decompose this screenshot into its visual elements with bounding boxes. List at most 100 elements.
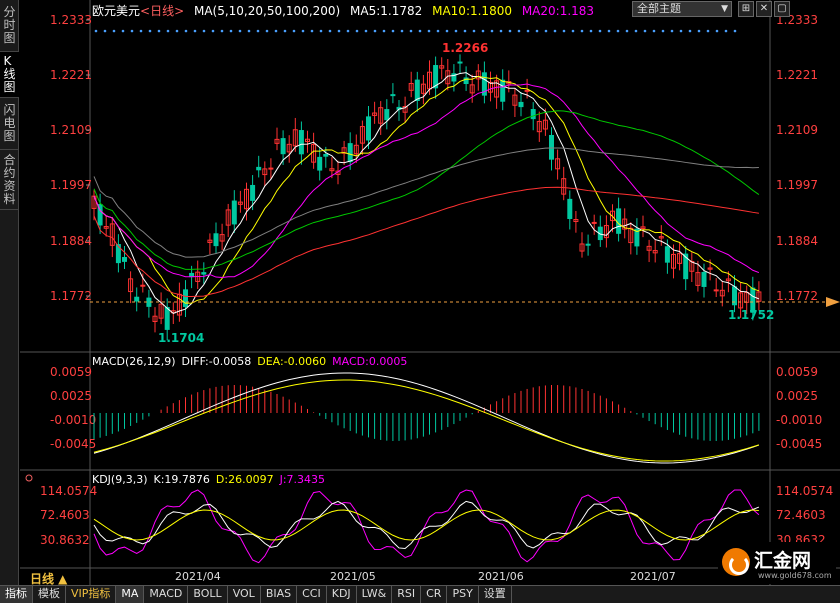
- kdj-tick-left: 30.8632: [40, 533, 90, 547]
- macd-tick-right: -0.0045: [776, 437, 822, 451]
- indicator-tab-7[interactable]: BIAS: [261, 586, 298, 603]
- indicator-tab-11[interactable]: RSI: [392, 586, 422, 603]
- symbol-title: 欧元美元: [92, 4, 141, 18]
- indicator-tab-6[interactable]: VOL: [228, 586, 261, 603]
- candle-body: [231, 200, 237, 225]
- event-dot: [355, 29, 359, 33]
- indicator-tab-9[interactable]: KDJ: [327, 586, 357, 603]
- kdj-settings-icon: [25, 474, 33, 482]
- ma5-value: MA5:1.1782: [350, 4, 423, 18]
- maximize-button[interactable]: ▢: [774, 1, 790, 17]
- tab-flash[interactable]: 闪电图: [0, 98, 19, 150]
- event-dot: [661, 29, 665, 33]
- event-dot: [571, 29, 575, 33]
- kdj-d-line: [93, 509, 759, 541]
- candle-body: [701, 271, 707, 287]
- event-dot: [346, 29, 350, 33]
- candle-body: [585, 243, 591, 246]
- tile-button[interactable]: ⊞: [738, 1, 754, 17]
- event-dot: [211, 29, 215, 33]
- price-tick-left: 1.1772: [50, 289, 92, 303]
- sidebar: 分时图 K线图 闪电图 合约资料: [0, 0, 19, 585]
- event-dot: [409, 29, 413, 33]
- tab-kline[interactable]: K线图: [0, 52, 19, 98]
- event-dot: [148, 29, 152, 33]
- event-dot: [616, 29, 620, 33]
- main-legend: 欧元美元<日线> MA(5,10,20,50,100,200) MA5:1.17…: [92, 2, 600, 19]
- indicator-tab-5[interactable]: BOLL: [188, 586, 228, 603]
- tab-flash-label: 闪电图: [3, 103, 16, 143]
- ma10-value: MA10:1.1800: [432, 4, 512, 18]
- event-dot: [166, 29, 170, 33]
- indicator-tab-14[interactable]: 设置: [479, 586, 512, 603]
- tab-timeshare[interactable]: 分时图: [0, 0, 19, 52]
- indicator-tab-4[interactable]: MACD: [144, 586, 189, 603]
- event-dot: [625, 29, 629, 33]
- indicator-tab-2[interactable]: VIP指标: [66, 586, 117, 603]
- theme-dropdown[interactable]: 全部主题 ▼: [632, 1, 732, 17]
- indicator-tab-13[interactable]: PSY: [447, 586, 479, 603]
- event-dot: [472, 29, 476, 33]
- kline-chart[interactable]: 1.2333 1.23331.2221 1.22211.2109 1.21091.19…: [20, 0, 840, 585]
- price-tick-left: 1.2109: [50, 123, 92, 137]
- price-tick-left: 1.2221: [50, 68, 92, 82]
- indicator-tab-1[interactable]: 模板: [33, 586, 66, 603]
- event-dot: [643, 29, 647, 33]
- event-dot: [508, 29, 512, 33]
- event-dot: [247, 29, 251, 33]
- ma200-line: [93, 186, 759, 297]
- event-dot: [445, 29, 449, 33]
- indicator-tab-3[interactable]: MA: [116, 586, 145, 603]
- indicator-tab-0[interactable]: 指标: [0, 586, 33, 603]
- candle-body: [201, 272, 207, 275]
- event-dot: [553, 29, 557, 33]
- candle-body: [189, 272, 195, 278]
- candle-body: [134, 296, 140, 302]
- event-dot: [679, 29, 683, 33]
- event-dot: [238, 29, 242, 33]
- event-dot: [607, 29, 611, 33]
- candle-body: [164, 306, 170, 330]
- time-tick: 2021/05: [330, 570, 376, 583]
- logo-name: 汇金网: [754, 550, 812, 572]
- price-tick-right: 1.1997: [776, 178, 818, 192]
- kdj-k-line: [93, 500, 760, 549]
- tab-contract[interactable]: 合约资料: [0, 150, 19, 210]
- candle-body: [250, 184, 256, 201]
- event-dot: [436, 29, 440, 33]
- low-annotation: 1.1704: [158, 331, 204, 345]
- event-dot: [202, 29, 206, 33]
- macd-tick-right: 0.0059: [776, 365, 818, 379]
- event-dot: [220, 29, 224, 33]
- event-dot: [454, 29, 458, 33]
- ma20-value: MA20:1.183: [521, 4, 595, 18]
- macd-params: MACD(26,12,9): [92, 355, 176, 368]
- event-dot: [715, 29, 719, 33]
- candle-body: [713, 289, 719, 292]
- event-dot: [400, 29, 404, 33]
- indicator-tab-12[interactable]: CR: [421, 586, 448, 603]
- event-dot: [283, 29, 287, 33]
- event-dot: [229, 29, 233, 33]
- candle-body: [140, 284, 146, 287]
- event-dot: [418, 29, 422, 33]
- price-tick-right: 1.2221: [776, 68, 818, 82]
- time-tick: 2021/07: [630, 570, 676, 583]
- indicator-tab-10[interactable]: LW&: [357, 586, 393, 603]
- candle-body: [591, 221, 597, 224]
- close-button[interactable]: ✕: [756, 1, 772, 17]
- event-dot: [310, 29, 314, 33]
- event-dot: [427, 29, 431, 33]
- tab-timeshare-label: 分时图: [3, 5, 16, 45]
- chart-area[interactable]: 1.2333 1.2333 1.2221 1.2221 1.2109 1.2109 1.19…: [20, 0, 840, 585]
- macd-tick-left: 0.0059: [50, 365, 92, 379]
- candle-body: [524, 89, 530, 92]
- event-dot: [544, 29, 548, 33]
- event-dot: [130, 29, 134, 33]
- candle-body: [366, 116, 371, 141]
- event-dot: [634, 29, 638, 33]
- indicator-tab-8[interactable]: CCI: [297, 586, 327, 603]
- candle-body: [298, 130, 304, 155]
- event-dot: [139, 29, 143, 33]
- candle-body: [122, 257, 127, 262]
